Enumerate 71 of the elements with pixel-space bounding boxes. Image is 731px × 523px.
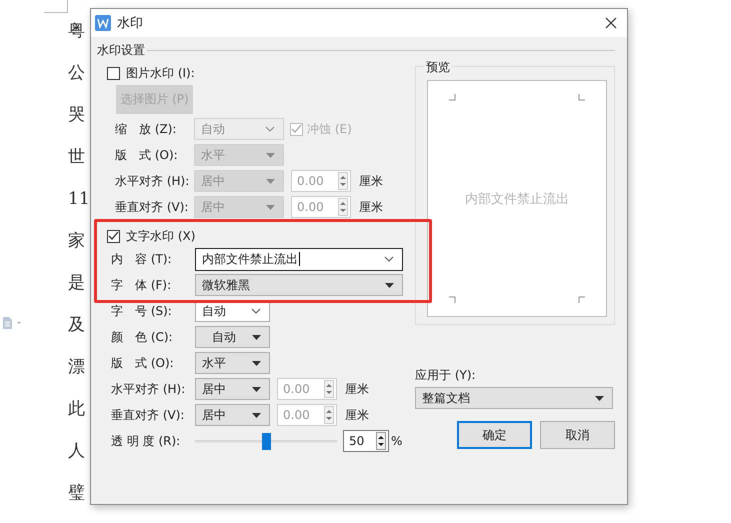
chevron-down-icon <box>384 256 394 262</box>
document-text: 公 <box>68 62 86 84</box>
watermark-preview-text: 内部文件禁止流出 <box>465 190 569 208</box>
dropdown-arrow-icon <box>595 396 604 400</box>
dropdown-arrow-icon <box>252 334 261 340</box>
checkbox[interactable] <box>107 230 120 242</box>
spin-arrows-icon[interactable] <box>376 432 386 450</box>
document-text: 漂 <box>68 356 86 378</box>
field-label: 字 号 (S): <box>110 302 173 320</box>
transparency-spinner[interactable]: 50 <box>343 430 389 452</box>
unit-label: 厘米 <box>359 172 383 190</box>
checkbox[interactable] <box>290 122 303 136</box>
group-title: 水印设置 <box>97 42 145 58</box>
field-label: 应用于 (Y): <box>415 367 477 384</box>
cancel-button[interactable]: 取消 <box>540 421 615 449</box>
checkbox-label: 冲蚀 (E) <box>307 120 352 138</box>
chevron-down-icon <box>251 308 261 314</box>
field-label: 字 体 (F): <box>110 276 172 294</box>
slider-thumb[interactable] <box>262 432 271 450</box>
dropdown-arrow-icon <box>266 204 275 210</box>
margin-corner-icon <box>449 94 456 101</box>
checkbox-label: 图片水印 (I): <box>126 64 195 82</box>
document-text: 世 <box>68 146 86 168</box>
checkbox[interactable] <box>107 66 120 80</box>
field-label: 版 式 (O): <box>110 354 175 372</box>
layout-dropdown[interactable]: 水平 <box>195 352 270 374</box>
document-text: 是 <box>68 272 86 294</box>
field-label: 版 式 (O): <box>114 146 179 164</box>
page-corner-mark <box>44 0 68 13</box>
content-combo-box[interactable]: 内部文件禁止流出 <box>195 248 403 270</box>
checkbox-label: 文字水印 (X) <box>126 228 196 244</box>
field-label: 水平对齐 (H): <box>110 380 186 398</box>
unit-label: 厘米 <box>345 406 369 424</box>
margin-corner-icon <box>449 296 456 303</box>
document-text: 璧 <box>68 482 86 504</box>
field-label: 水平对齐 (H): <box>114 172 190 190</box>
color-dropdown[interactable]: 自动 <box>195 326 270 348</box>
margin-corner-icon <box>578 94 585 101</box>
preview-title: 预览 <box>424 59 452 76</box>
document-text: 11 <box>68 188 90 210</box>
margin-corner-icon <box>578 296 585 303</box>
close-icon[interactable] <box>605 17 617 29</box>
field-label: 透 明 度 (R): <box>110 432 182 450</box>
window-title: 水印 <box>117 15 144 32</box>
document-text: 人 <box>68 440 86 462</box>
unit-label: % <box>391 434 402 448</box>
alignment-dropdown[interactable]: 居中 <box>195 378 270 400</box>
app-icon <box>95 15 111 31</box>
apply-to-dropdown[interactable]: 整篇文档 <box>415 387 613 409</box>
dropdown-arrow-icon <box>252 386 261 392</box>
dropdown-arrow-icon <box>252 412 261 418</box>
document-text: 家 <box>68 230 86 252</box>
document-text: 及 <box>68 314 86 336</box>
field-label: 颜 色 (C): <box>110 328 174 346</box>
unit-label: 厘米 <box>345 380 369 398</box>
font-dropdown[interactable]: 微软雅黑 <box>195 274 403 296</box>
dropdown-arrow-icon <box>266 178 275 184</box>
dropdown-arrow-icon <box>266 152 275 158</box>
dropdown-arrow-icon <box>252 360 261 366</box>
ok-button[interactable]: 确定 <box>457 421 532 449</box>
chevron-down-icon <box>265 126 275 132</box>
field-label: 缩 放 (Z): <box>114 120 178 138</box>
field-label: 垂直对齐 (V): <box>110 406 186 424</box>
document-text: 哭 <box>68 104 86 126</box>
field-label: 内 容 (T): <box>110 250 173 268</box>
dropdown-arrow-icon <box>385 282 394 288</box>
document-text: 此 <box>68 398 86 420</box>
alignment-dropdown[interactable]: 居中 <box>195 404 270 426</box>
unit-label: 厘米 <box>359 198 383 216</box>
document-text: 粤 <box>68 20 86 42</box>
field-label: 垂直对齐 (V): <box>114 198 190 216</box>
